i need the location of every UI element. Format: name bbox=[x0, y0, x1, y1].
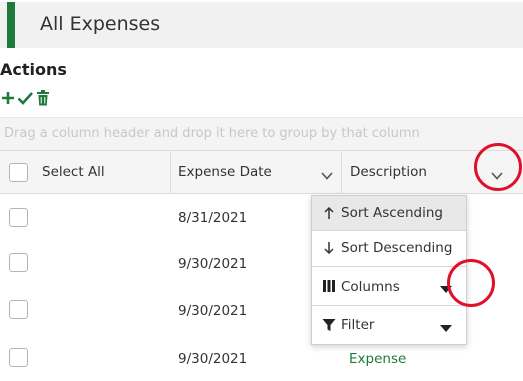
expense-date-cell: 9/30/2021 bbox=[178, 351, 248, 367]
description-cell: Expense bbox=[349, 351, 407, 367]
annotation-circle bbox=[474, 143, 522, 191]
menu-item-columns[interactable]: Columns bbox=[312, 267, 466, 305]
select-all-header: Select All bbox=[0, 151, 170, 193]
sort-ascending-label: Sort Ascending bbox=[341, 205, 443, 221]
filter-label: Filter bbox=[341, 317, 375, 333]
description-label: Description bbox=[350, 164, 427, 180]
expense-date-cell: 9/30/2021 bbox=[178, 256, 248, 272]
group-panel-hint: Drag a column header and drop it here to… bbox=[4, 126, 420, 141]
grid-header-row: Select All Expense Date Description bbox=[0, 150, 523, 194]
expense-date-header[interactable]: Expense Date bbox=[171, 151, 341, 193]
chevron-down-icon[interactable] bbox=[321, 168, 333, 180]
filter-icon bbox=[322, 318, 336, 332]
arrow-up-icon bbox=[322, 206, 336, 220]
row-checkbox[interactable] bbox=[9, 208, 28, 227]
row-checkbox[interactable] bbox=[9, 348, 28, 367]
column-menu: Sort Ascending Sort Descending Columns F… bbox=[311, 195, 467, 345]
expense-date-cell: 9/30/2021 bbox=[178, 303, 248, 319]
page-title: All Expenses bbox=[40, 13, 161, 35]
plus-icon[interactable] bbox=[0, 89, 16, 107]
row-checkbox[interactable] bbox=[9, 300, 28, 319]
expense-date-cell: 8/31/2021 bbox=[178, 210, 248, 226]
menu-item-sort-ascending[interactable]: Sort Ascending bbox=[312, 196, 466, 230]
check-icon[interactable] bbox=[17, 89, 33, 107]
sort-descending-label: Sort Descending bbox=[341, 240, 453, 256]
select-all-label: Select All bbox=[42, 164, 105, 180]
group-drop-panel[interactable]: Drag a column header and drop it here to… bbox=[0, 117, 523, 150]
columns-icon bbox=[322, 279, 336, 293]
arrow-down-icon bbox=[322, 241, 336, 255]
select-all-checkbox[interactable] bbox=[9, 163, 28, 182]
caret-down-icon[interactable] bbox=[440, 321, 452, 332]
expense-date-label: Expense Date bbox=[178, 164, 272, 180]
title-accent-bar bbox=[7, 2, 15, 48]
annotation-circle bbox=[447, 259, 495, 307]
row-checkbox[interactable] bbox=[9, 253, 28, 272]
page-header: All Expenses bbox=[0, 2, 523, 48]
menu-item-sort-descending[interactable]: Sort Descending bbox=[312, 231, 466, 265]
menu-item-filter[interactable]: Filter bbox=[312, 306, 466, 344]
trash-icon[interactable] bbox=[36, 89, 52, 107]
actions-heading: Actions bbox=[0, 60, 67, 79]
columns-label: Columns bbox=[341, 279, 400, 295]
